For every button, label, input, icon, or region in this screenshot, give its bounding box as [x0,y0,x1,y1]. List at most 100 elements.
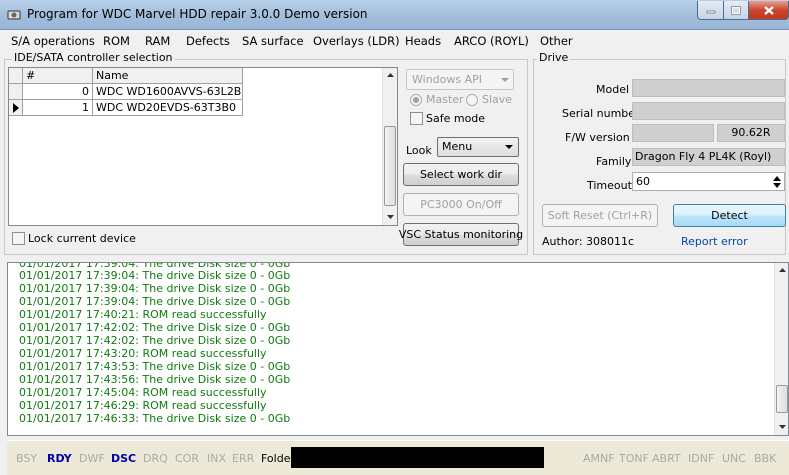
vsc-status-button[interactable]: VSC Status monitoring [399,223,523,246]
row-indicator [9,84,23,100]
menu-sa-operations[interactable]: S/A operations [11,34,95,48]
close-button[interactable] [748,1,789,20]
api-select-value: Windows API [412,73,483,86]
log-line: 01/01/2017 17:39:04: The drive Disk size… [19,269,291,282]
app-icon [7,10,21,20]
timeout-label: Timeout [587,179,632,192]
master-radio[interactable] [410,94,422,106]
flag-dwf: DWF [79,452,105,465]
device-grid[interactable]: # Name 0 WDC WD1600AVVS-63L2B0 1 WDC WD2… [8,67,398,226]
menu-bar: S/A operations ROM RAM Defects SA surfac… [0,30,789,51]
pc3000-toggle-button[interactable]: PC3000 On/Off [403,193,519,216]
fw-version-field: 90.62R [717,124,785,142]
radio-dot [413,97,419,103]
row-index[interactable]: 0 [23,84,93,100]
log-scrollbar[interactable] [774,263,788,435]
flag-abrt: ABRT [652,452,681,465]
scroll-down-icon[interactable] [778,424,787,430]
grid-scrollbar[interactable] [382,68,397,225]
log-line: 01/01/2017 17:43:53: The drive Disk size… [19,360,291,373]
flag-err: ERR [232,452,255,465]
row-index[interactable]: 1 [23,100,93,116]
detect-button[interactable]: Detect [673,204,786,227]
status-bar: BSY RDY DWF DSC DRQ COR INX ERR Folder: … [7,440,789,475]
current-row-arrow-icon [13,103,19,113]
chevron-down-icon [505,145,513,149]
scroll-thumb[interactable] [384,126,396,206]
drive-group-label: Drive [537,51,571,64]
look-label: Look [406,144,432,157]
minimize-icon [706,10,715,14]
controller-group-label: IDE/SATA controller selection [12,51,175,64]
look-select[interactable]: Menu [437,137,519,157]
safe-mode-label: Safe mode [426,112,486,125]
spinner-arrows-icon[interactable] [772,175,782,189]
timeout-value: 60 [636,175,650,188]
scroll-thumb[interactable] [776,385,788,413]
log-line: 01/01/2017 17:42:02: The drive Disk size… [19,334,291,347]
select-work-dir-button[interactable]: Select work dir [403,163,519,186]
row-name[interactable]: WDC WD20EVDS-63T3B0 [93,100,243,116]
lock-device-checkbox[interactable] [12,232,25,245]
maximize-icon [731,5,741,15]
chevron-down-icon [501,78,509,82]
window-title: Program for WDC Marvel HDD repair 3.0.0 … [27,7,368,21]
menu-heads[interactable]: Heads [405,34,441,48]
log-line: 01/01/2017 17:43:56: The drive Disk size… [19,373,291,386]
model-label: Model [596,83,630,96]
row-indicator-current [9,100,23,116]
log-line: 01/01/2017 17:40:21: ROM read successful… [19,308,267,321]
menu-defects[interactable]: Defects [186,34,230,48]
api-select[interactable]: Windows API [406,69,514,90]
slave-radio[interactable] [466,94,478,106]
folder-path-redacted [291,447,544,468]
flag-unc: UNC [722,452,746,465]
row-name[interactable]: WDC WD1600AVVS-63L2B0 [93,84,243,100]
flag-dsc: DSC [111,452,137,465]
model-field [632,79,785,97]
flag-drq: DRQ [143,452,168,465]
soft-reset-button[interactable]: Soft Reset (Ctrl+R) [542,204,658,227]
log-line: 01/01/2017 17:39:04: The drive Disk size… [19,295,291,308]
log-line: 01/01/2017 17:43:20: ROM read successful… [19,347,267,360]
look-select-value: Menu [442,140,473,153]
flag-bsy: BSY [16,452,38,465]
log-panel[interactable]: 01/01/2017 17:39:04: The drive Disk size… [7,262,789,436]
serial-label: Serial number [562,107,640,120]
menu-rom[interactable]: ROM [103,34,130,48]
column-header-name[interactable]: Name [93,68,243,84]
fw-label: F/W version [565,131,630,144]
serial-field [632,102,785,120]
column-header-index[interactable]: # [23,68,93,84]
menu-arco[interactable]: ARCO (ROYL) [454,34,529,48]
safe-mode-checkbox[interactable] [410,112,423,125]
title-bar[interactable]: Program for WDC Marvel HDD repair 3.0.0 … [0,0,789,30]
scroll-down-icon[interactable] [386,214,395,220]
flag-inx: INX [207,452,227,465]
fw-field [632,124,714,142]
log-line: 01/01/2017 17:46:33: The drive Disk size… [19,412,291,425]
menu-other[interactable]: Other [540,34,573,48]
minimize-button[interactable] [697,1,724,20]
maximize-button[interactable] [723,1,749,20]
slave-label: Slave [482,93,513,106]
flag-rdy: RDY [47,452,72,465]
log-line: 01/01/2017 17:46:29: ROM read successful… [19,399,267,412]
flag-amnf: AMNF [583,452,615,465]
flag-cor: COR [175,452,199,465]
menu-overlays[interactable]: Overlays (LDR) [313,34,400,48]
author-label: Author: 308011c [542,235,635,248]
family-label: Family [596,155,632,168]
log-line: 01/01/2017 17:42:02: The drive Disk size… [19,321,291,334]
lock-device-label: Lock current device [28,232,136,245]
close-icon [763,5,774,15]
family-field: Dragon Fly 4 PL4K (Royl) [632,148,785,166]
scroll-up-icon[interactable] [386,72,395,78]
report-error-link[interactable]: Report error [681,235,748,248]
scroll-up-icon[interactable] [778,267,787,273]
log-line: 01/01/2017 17:39:04: The drive Disk size… [19,282,291,295]
menu-ram[interactable]: RAM [145,34,170,48]
flag-bbk: BBK [754,452,777,465]
menu-sa-surface[interactable]: SA surface [242,34,304,48]
timeout-spinner[interactable]: 60 [632,172,785,191]
